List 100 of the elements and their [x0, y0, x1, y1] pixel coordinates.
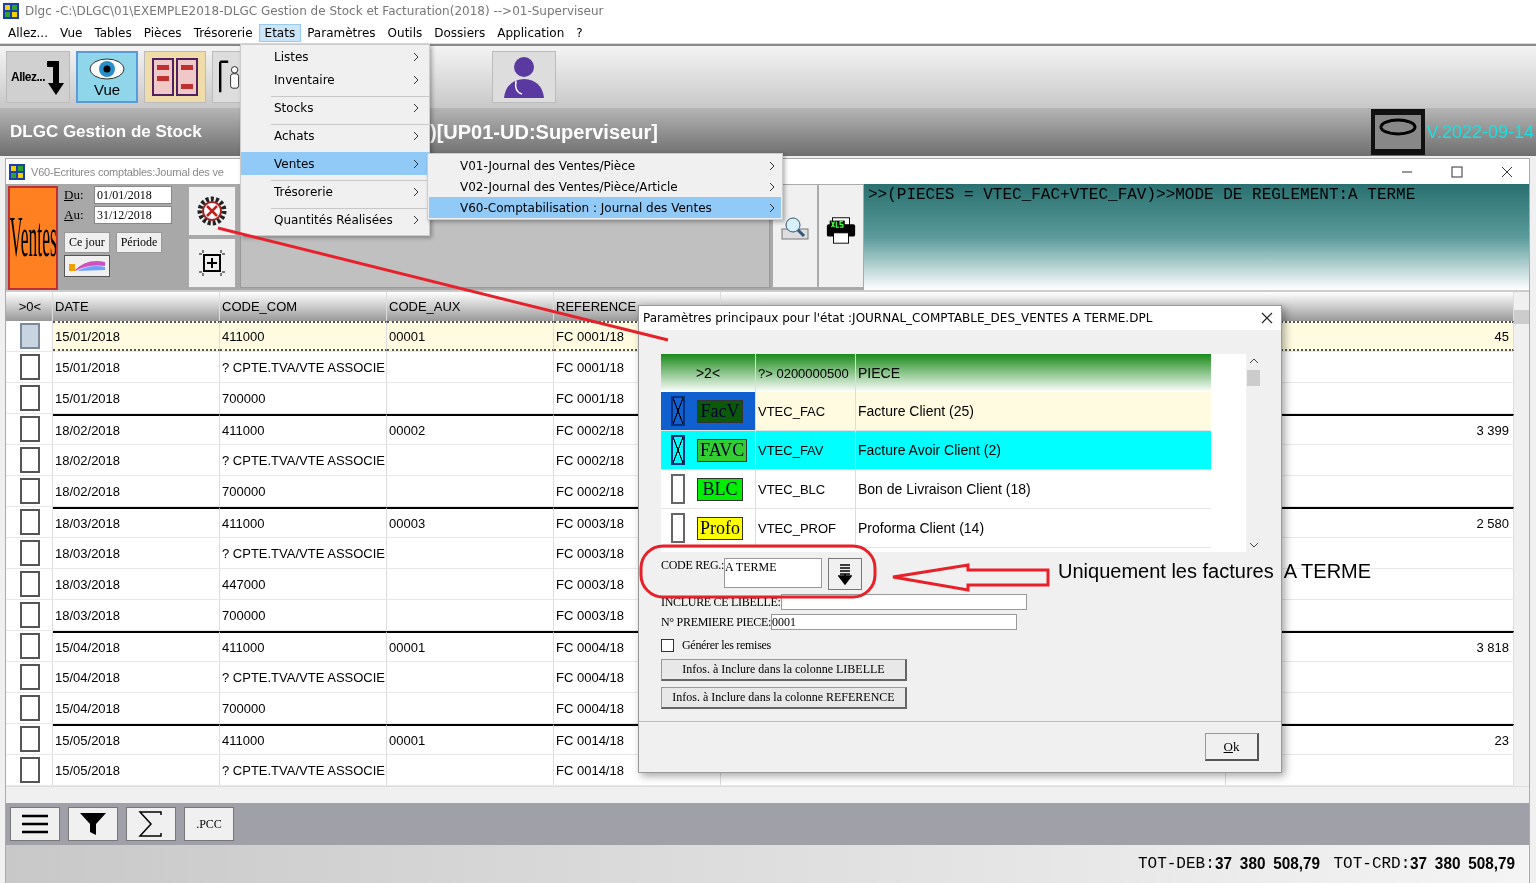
input-field[interactable]: 0001	[771, 614, 1018, 630]
ok-button[interactable]: Ok	[1205, 733, 1259, 761]
close-icon[interactable]	[1261, 312, 1273, 324]
scroll-down-icon[interactable]	[1248, 542, 1259, 548]
list-row[interactable]: FacV VTEC_FAC Facture Client (25)	[661, 392, 1211, 431]
excel-print-button[interactable]	[818, 184, 864, 288]
menu-item[interactable]: Pièces	[137, 23, 188, 42]
table-cell: 700000	[220, 600, 387, 630]
chevron-right-icon	[413, 74, 419, 85]
crosshair-button[interactable]	[188, 238, 236, 288]
menu-item[interactable]: Allez...	[2, 23, 54, 42]
document-tag: FacV	[697, 399, 743, 423]
table-cell: 411000	[220, 414, 387, 444]
vertical-scrollbar[interactable]	[1514, 292, 1529, 786]
table-cell: 18/03/2018	[53, 569, 220, 599]
row-checkbox[interactable]	[20, 571, 40, 597]
row-checkbox[interactable]	[20, 602, 40, 628]
down-arrow-icon	[838, 563, 852, 585]
row-checkbox[interactable]	[20, 354, 40, 380]
checkbox[interactable]	[661, 639, 674, 652]
menu-item[interactable]: Application	[491, 23, 571, 42]
row-checkbox[interactable]	[20, 323, 40, 349]
sum-button[interactable]	[126, 807, 176, 841]
row-checkbox[interactable]	[20, 416, 40, 442]
row-checkbox[interactable]	[20, 695, 40, 721]
row-checkbox[interactable]	[20, 633, 40, 659]
menu-item[interactable]: Inventaire	[241, 68, 429, 91]
menu-item[interactable]: Listes	[241, 45, 429, 68]
menu-item[interactable]: Outils	[381, 23, 429, 42]
list-row[interactable]: FAVC VTEC_FAV Facture Avoir Client (2)	[661, 431, 1211, 470]
table-cell: 18/02/2018	[53, 414, 220, 444]
shelves-icon	[150, 56, 200, 98]
row-checkbox[interactable]	[20, 447, 40, 473]
close-icon[interactable]	[1501, 165, 1513, 178]
checkbox[interactable]	[671, 396, 685, 426]
checkbox[interactable]	[671, 435, 685, 465]
menu-item[interactable]: V60-Comptabilisation : Journal des Ventes	[429, 197, 781, 218]
sigma-icon	[137, 811, 165, 837]
table-cell: 00001	[389, 639, 426, 655]
row-checkbox[interactable]	[20, 385, 40, 411]
view-button[interactable]: Vue	[76, 51, 138, 103]
scroll-thumb[interactable]	[1247, 370, 1260, 386]
table-cell: 18/03/2018	[53, 538, 220, 568]
period-button[interactable]: Ce jour	[64, 232, 110, 253]
table-cell: 15/05/2018	[53, 755, 220, 785]
column-header[interactable]: >0<	[6, 292, 53, 321]
chevron-right-icon	[769, 181, 775, 192]
options-button[interactable]: Infos. à Inclure dans la colonne LIBELLE	[661, 659, 907, 681]
menu-button[interactable]	[10, 807, 60, 841]
row-checkbox[interactable]	[20, 726, 40, 752]
checkbox[interactable]	[671, 474, 685, 504]
menu-item[interactable]: ?	[570, 23, 589, 42]
row-checkbox[interactable]	[20, 757, 40, 783]
menu-item[interactable]: Etats	[258, 23, 302, 42]
table-cell: 00001	[389, 328, 426, 344]
menu-item[interactable]: Ventes	[241, 152, 429, 175]
checkbox[interactable]	[671, 513, 685, 543]
goto-button[interactable]: Allez...	[6, 51, 70, 103]
menu-item[interactable]: Tables	[88, 23, 138, 42]
row-checkbox[interactable]	[20, 509, 40, 535]
column-header[interactable]: PIECE	[856, 354, 1211, 392]
input-field[interactable]: A TERME	[724, 558, 822, 588]
options-button[interactable]: Infos. à Inclure dans la colonne REFERENCE	[661, 687, 907, 709]
table-cell: 15/04/2018	[53, 693, 220, 723]
row-checkbox[interactable]	[20, 540, 40, 566]
menu-item[interactable]: Dossiers	[428, 23, 492, 42]
version-label: V.2022-09-14	[1426, 121, 1535, 143]
palette-button[interactable]	[64, 255, 110, 277]
chevron-right-icon	[769, 202, 775, 213]
filter-button[interactable]	[68, 807, 118, 841]
document-tag: BLC	[697, 477, 743, 501]
menu-item[interactable]: V01-Journal des Ventes/Pièce	[429, 155, 781, 176]
date-field[interactable]: 01/01/2018	[94, 186, 172, 204]
list-row[interactable]: Profo VTEC_PROF Proforma Client (14)	[661, 509, 1211, 548]
table-cell: ? CPTE.TVA/VTE ASSOCIE	[220, 445, 387, 475]
row-checkbox[interactable]	[20, 664, 40, 690]
dropdown-button[interactable]	[828, 558, 862, 590]
table-cell: ? CPTE.TVA/VTE ASSOCIE	[220, 352, 387, 382]
table-cell: 15/01/2018	[53, 352, 220, 382]
doctor-button[interactable]	[492, 51, 556, 103]
period-button[interactable]: Période	[115, 232, 163, 253]
maximize-icon[interactable]	[1451, 165, 1463, 178]
date-field[interactable]: 31/12/2018	[94, 206, 172, 224]
row-checkbox[interactable]	[20, 478, 40, 504]
funnel-icon	[79, 812, 107, 836]
menu-item[interactable]: Vue	[54, 23, 89, 42]
menu-item[interactable]: V02-Journal des Ventes/Pièce/Article	[429, 176, 781, 197]
input-field[interactable]	[780, 594, 1027, 610]
list-row[interactable]: BLC VTEC_BLC Bon de Livraison Client (18)	[661, 470, 1211, 509]
menu-item[interactable]: Trésorerie	[187, 23, 259, 42]
shelves-button[interactable]	[144, 51, 206, 103]
app-logo-icon	[9, 163, 25, 180]
menu-item[interactable]: Paramètres	[301, 23, 382, 42]
banner-title: )[UP01-UD:Superviseur]	[430, 120, 659, 144]
table-cell: 447000	[220, 569, 387, 599]
window-title: V60-Ecritures comptables:Journal des ve	[31, 165, 224, 178]
settings-button[interactable]	[188, 186, 236, 236]
menu-icon	[21, 814, 49, 834]
pcc-button[interactable]: .PCC	[184, 807, 234, 841]
scroll-up-icon[interactable]	[1248, 358, 1259, 364]
